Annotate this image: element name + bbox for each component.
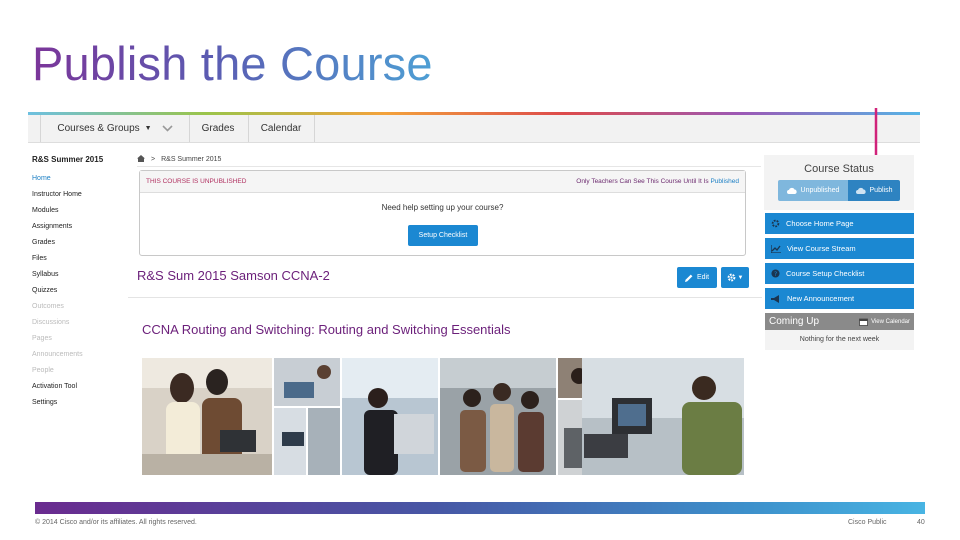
visibility-note: Only Teachers Can See This Course Until … xyxy=(576,178,739,185)
courses-groups-menu[interactable]: Courses & Groups ▼ xyxy=(40,115,190,142)
course-banner-image xyxy=(142,358,744,475)
new-announcement-button[interactable]: New Announcement xyxy=(765,288,914,309)
published-link[interactable]: Published xyxy=(710,178,739,185)
page-number: 40 xyxy=(917,519,925,526)
cloud-icon xyxy=(786,187,797,194)
content-divider xyxy=(128,297,762,298)
setup-checklist-button[interactable]: Setup Checklist xyxy=(408,225,478,246)
breadcrumb: > R&S Summer 2015 xyxy=(137,152,761,167)
course-status-title: Course Status xyxy=(804,163,874,175)
cloud-upload-icon xyxy=(855,187,866,194)
coming-up-header: Coming Up View Calendar xyxy=(765,313,914,330)
megaphone-icon xyxy=(771,294,781,303)
coming-up-title: Coming Up xyxy=(769,316,820,327)
sidebar-item-quizzes[interactable]: Quizzes xyxy=(32,283,127,299)
section-title: CCNA Routing and Switching: Routing and … xyxy=(142,322,511,337)
top-navigation: Courses & Groups ▼ Grades Calendar xyxy=(28,115,920,143)
sidebar-item-grades[interactable]: Grades xyxy=(32,235,127,251)
gear-icon xyxy=(771,219,780,228)
visibility-note-text: Only Teachers Can See This Course Until … xyxy=(576,178,709,185)
sidebar-item-syllabus[interactable]: Syllabus xyxy=(32,267,127,283)
calendar-nav-link[interactable]: Calendar xyxy=(248,115,315,142)
unpublished-notice: THIS COURSE IS UNPUBLISHED Only Teachers… xyxy=(139,170,746,256)
sidebar-item-discussions[interactable]: Discussions xyxy=(32,315,127,331)
pencil-icon xyxy=(684,274,693,282)
sidebar-item-activation-tool[interactable]: Activation Tool xyxy=(32,379,127,395)
breadcrumb-current[interactable]: R&S Summer 2015 xyxy=(161,156,221,163)
course-setup-checklist-label: Course Setup Checklist xyxy=(786,269,865,278)
notice-bar: THIS COURSE IS UNPUBLISHED Only Teachers… xyxy=(140,171,745,193)
sidebar-item-home[interactable]: Home xyxy=(32,171,127,187)
unpublished-label: Unpublished xyxy=(800,187,840,194)
question-icon: ? xyxy=(771,269,780,278)
gear-icon xyxy=(727,273,736,282)
sidebar-item-outcomes[interactable]: Outcomes xyxy=(32,299,127,315)
chevron-right-icon: > xyxy=(151,155,156,163)
chart-icon xyxy=(771,244,781,253)
caret-down-icon: ▼ xyxy=(737,274,744,281)
classification-text: Cisco Public xyxy=(848,519,887,526)
calendar-icon xyxy=(859,318,868,326)
footer-gradient-bar xyxy=(35,502,925,514)
edit-button[interactable]: Edit xyxy=(677,267,717,288)
courses-groups-label: Courses & Groups xyxy=(57,123,140,134)
sidebar-item-pages[interactable]: Pages xyxy=(32,331,127,347)
sidebar-item-modules[interactable]: Modules xyxy=(32,203,127,219)
svg-text:?: ? xyxy=(774,271,777,278)
slide-title: Publish the Course xyxy=(32,37,433,90)
settings-dropdown-button[interactable]: ▼ xyxy=(721,267,749,288)
choose-home-page-button[interactable]: Choose Home Page xyxy=(765,213,914,234)
sidebar-item-files[interactable]: Files xyxy=(32,251,127,267)
home-icon[interactable] xyxy=(137,154,145,164)
view-course-stream-label: View Course Stream xyxy=(787,244,856,253)
choose-home-page-label: Choose Home Page xyxy=(786,219,854,228)
course-setup-checklist-button[interactable]: ? Course Setup Checklist xyxy=(765,263,914,284)
course-status-header: Course Status Unpublished Publish xyxy=(764,155,914,210)
new-announcement-label: New Announcement xyxy=(787,294,855,303)
course-sidebar: R&S Summer 2015 Home Instructor Home Modul… xyxy=(32,155,127,411)
caret-down-icon: ▼ xyxy=(144,125,152,132)
unpublished-button[interactable]: Unpublished xyxy=(778,180,848,201)
sidebar-item-announcements[interactable]: Announcements xyxy=(32,347,127,363)
grades-nav-link[interactable]: Grades xyxy=(188,115,249,142)
coming-up-empty: Nothing for the next week xyxy=(765,330,914,350)
unpublished-warning: THIS COURSE IS UNPUBLISHED xyxy=(146,178,247,185)
sidebar-course-name: R&S Summer 2015 xyxy=(32,155,104,164)
course-status-panel: Course Status Unpublished Publish xyxy=(764,155,914,210)
chevron-down-icon[interactable] xyxy=(162,124,173,134)
view-calendar-label: View Calendar xyxy=(871,318,910,325)
sidebar-item-settings[interactable]: Settings xyxy=(32,395,127,411)
sidebar-item-assignments[interactable]: Assignments xyxy=(32,219,127,235)
setup-help-text: Need help setting up your course? xyxy=(381,203,504,212)
view-course-stream-button[interactable]: View Course Stream xyxy=(765,238,914,259)
sidebar-item-people[interactable]: People xyxy=(32,363,127,379)
publish-label: Publish xyxy=(869,187,893,194)
view-calendar-link[interactable]: View Calendar xyxy=(859,318,910,326)
copyright-text: © 2014 Cisco and/or its affiliates. All … xyxy=(35,519,197,526)
course-title: R&S Sum 2015 Samson CCNA-2 xyxy=(137,268,330,283)
sidebar-item-instructor-home[interactable]: Instructor Home xyxy=(32,187,127,203)
publish-button[interactable]: Publish xyxy=(848,180,900,201)
edit-label: Edit xyxy=(696,274,710,281)
